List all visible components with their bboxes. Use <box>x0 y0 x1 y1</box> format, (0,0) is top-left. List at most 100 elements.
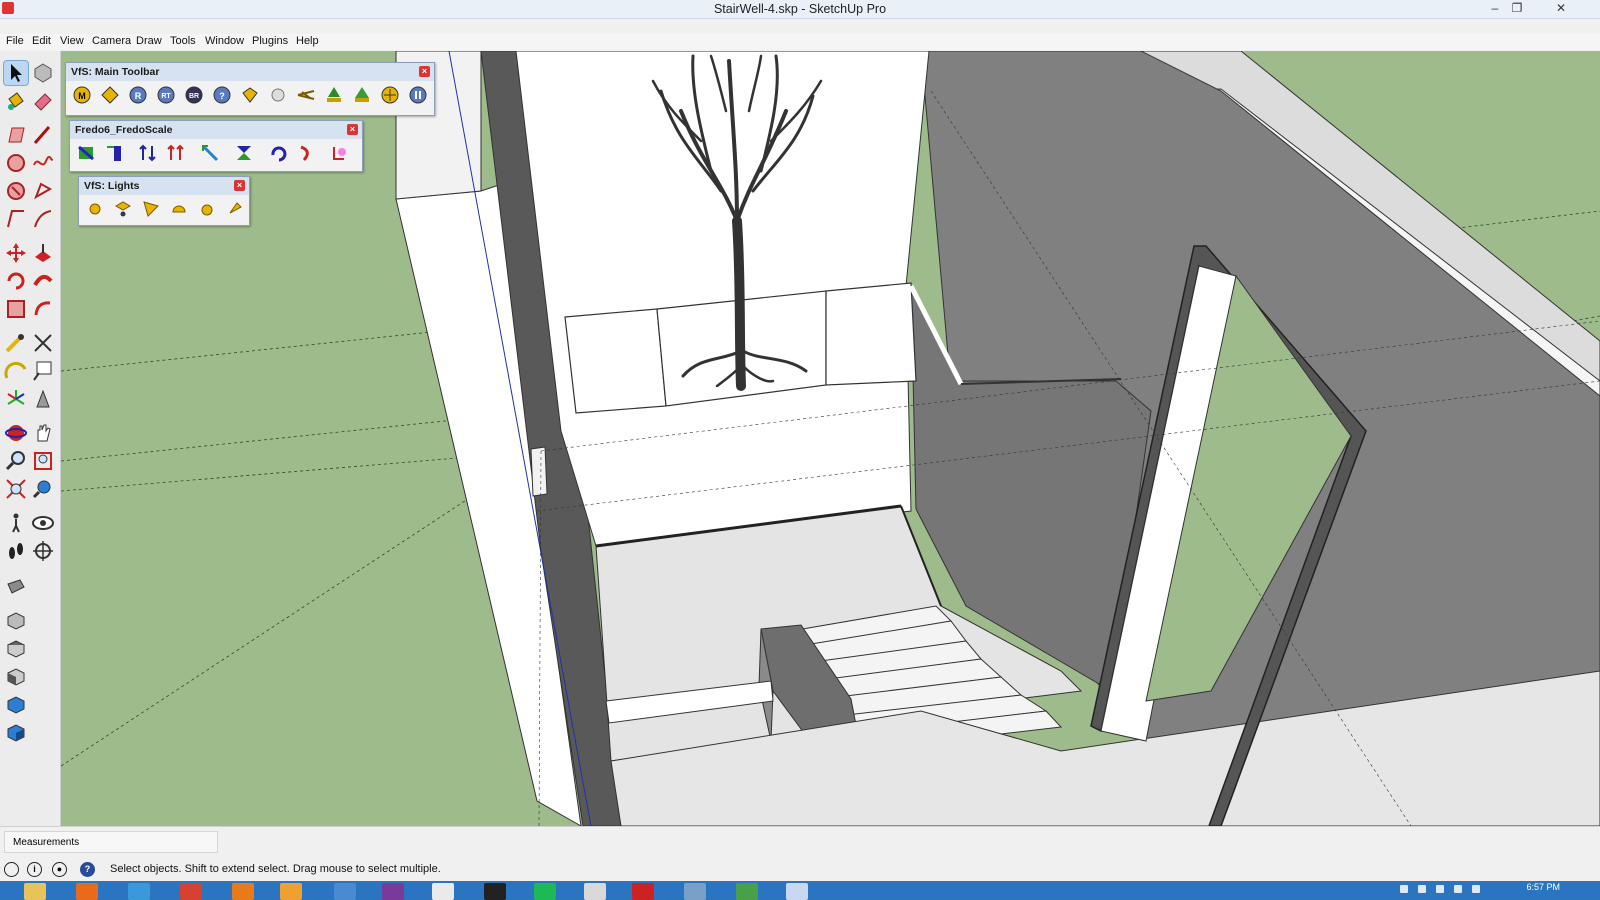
back-view-icon[interactable] <box>4 721 28 745</box>
3d-text-icon[interactable] <box>31 387 55 411</box>
menu-plugins[interactable]: Plugins <box>252 35 288 47</box>
internet-explorer-icon[interactable] <box>128 883 150 900</box>
vfs-batch-render-icon[interactable]: BR <box>184 85 204 105</box>
green-app-icon[interactable] <box>736 883 758 900</box>
firefox-icon[interactable] <box>76 883 98 900</box>
vfs-render-rt-icon[interactable]: RT <box>156 85 176 105</box>
menu-help[interactable]: Help <box>296 35 319 47</box>
paint-bucket-icon[interactable] <box>4 89 28 113</box>
vfs-sphere-icon[interactable] <box>268 85 288 105</box>
follow-me-icon[interactable] <box>31 269 55 293</box>
box-scale-icon[interactable] <box>76 143 96 163</box>
vfs-render-icon[interactable]: R <box>128 85 148 105</box>
browser-app-icon[interactable] <box>432 883 454 900</box>
front-view-icon[interactable] <box>4 665 28 689</box>
move-icon[interactable] <box>4 241 28 265</box>
vfs-pause-icon[interactable] <box>408 85 428 105</box>
menu-edit[interactable]: Edit <box>32 35 51 47</box>
rotate-fredo-icon[interactable] <box>268 143 288 163</box>
polygon-icon[interactable] <box>4 179 28 203</box>
protractor-icon[interactable] <box>4 359 28 383</box>
terminal-app-icon[interactable] <box>484 883 506 900</box>
line-icon[interactable] <box>31 123 55 147</box>
window-app-icon[interactable] <box>684 883 706 900</box>
offset-icon[interactable] <box>4 207 28 231</box>
arc-2-icon[interactable] <box>31 207 55 231</box>
iso-view-icon[interactable] <box>4 609 28 633</box>
explorer-window-icon[interactable] <box>280 883 302 900</box>
select-icon[interactable] <box>3 60 29 86</box>
rotate-icon[interactable] <box>4 269 28 293</box>
axes-icon[interactable] <box>4 387 28 411</box>
section-plane-icon[interactable] <box>4 575 28 599</box>
push-pull-icon[interactable] <box>31 241 55 265</box>
orbit-icon[interactable] <box>4 421 28 445</box>
look-around-icon[interactable] <box>31 511 55 535</box>
menu-window[interactable]: Window <box>205 35 244 47</box>
vfs-options-icon[interactable] <box>100 85 120 105</box>
top-view-icon[interactable] <box>4 637 28 661</box>
credits-icon[interactable]: i <box>27 862 42 877</box>
tray-icon[interactable] <box>1418 885 1426 893</box>
walk-icon[interactable] <box>4 511 28 535</box>
spotify-icon[interactable] <box>534 883 556 900</box>
spot-light-icon[interactable] <box>141 199 161 219</box>
tray-icon[interactable] <box>1400 885 1408 893</box>
geo-location-icon[interactable] <box>4 862 19 877</box>
eraser-icon[interactable] <box>31 89 55 113</box>
drawing-viewport[interactable]: VfS: Main Toolbar × M R RT BR ? Fredo6_F… <box>61 51 1600 826</box>
fredoscale-options-icon[interactable] <box>330 143 350 163</box>
rectangle-light-icon[interactable] <box>113 199 133 219</box>
vfs-camera-icon[interactable] <box>296 85 316 105</box>
box-stretch-icon[interactable] <box>104 143 124 163</box>
close-button[interactable]: ✕ <box>1550 1 1572 15</box>
mesh-light-icon[interactable] <box>225 199 245 219</box>
network-icon[interactable] <box>1454 885 1462 893</box>
circle-icon[interactable] <box>4 151 28 175</box>
close-icon[interactable]: × <box>234 180 245 191</box>
vfs-help-icon[interactable]: ? <box>212 85 232 105</box>
right-view-icon[interactable] <box>4 693 28 717</box>
zoom-icon[interactable] <box>4 449 28 473</box>
taskbar-clock[interactable]: 6:57 PM <box>1526 882 1560 892</box>
omni-light-icon[interactable] <box>85 199 105 219</box>
zoom-extents-icon[interactable] <box>4 477 28 501</box>
user-account-icon[interactable]: ● <box>52 862 67 877</box>
vfs-proxy-icon[interactable] <box>324 85 344 105</box>
vfs-material-icon[interactable]: M <box>72 85 92 105</box>
ies-light-icon[interactable] <box>169 199 189 219</box>
menu-tools[interactable]: Tools <box>170 35 196 47</box>
file-explorer-icon[interactable] <box>24 883 46 900</box>
vfs-fur-icon[interactable] <box>352 85 372 105</box>
close-icon[interactable]: × <box>347 124 358 135</box>
tapering-icon[interactable] <box>138 143 158 163</box>
chrome-icon[interactable] <box>180 883 202 900</box>
volume-icon[interactable] <box>1472 885 1480 893</box>
offset-tool-icon[interactable] <box>31 297 55 321</box>
planar-shear-icon[interactable] <box>166 143 186 163</box>
sketchup-taskbar-icon[interactable] <box>632 883 654 900</box>
position-camera-icon[interactable] <box>31 539 55 563</box>
instructor-help-icon[interactable]: ? <box>80 862 95 877</box>
rectangle-icon[interactable] <box>4 123 28 147</box>
dimension-icon[interactable] <box>31 331 55 355</box>
vlc-icon[interactable] <box>232 883 254 900</box>
freehand-icon[interactable] <box>31 151 55 175</box>
onenote-icon[interactable] <box>382 883 404 900</box>
vfs-frame-buffer-icon[interactable] <box>240 85 260 105</box>
menu-draw[interactable]: Draw <box>136 35 162 47</box>
media-app-icon[interactable] <box>334 883 356 900</box>
close-icon[interactable]: × <box>419 66 430 77</box>
tape-measure-icon[interactable] <box>4 331 28 355</box>
twisting-icon[interactable] <box>234 143 254 163</box>
menu-view[interactable]: View <box>60 35 84 47</box>
menu-camera[interactable]: Camera <box>92 35 131 47</box>
pan-icon[interactable] <box>31 421 55 445</box>
minimize-button[interactable]: – <box>1484 1 1506 15</box>
menu-file[interactable]: File <box>6 35 24 47</box>
paint-app-icon[interactable] <box>584 883 606 900</box>
component-icon[interactable] <box>31 61 55 85</box>
measurements-box[interactable]: Measurements <box>4 831 218 853</box>
vfs-plane-icon[interactable] <box>380 85 400 105</box>
footprints-icon[interactable] <box>4 539 28 563</box>
